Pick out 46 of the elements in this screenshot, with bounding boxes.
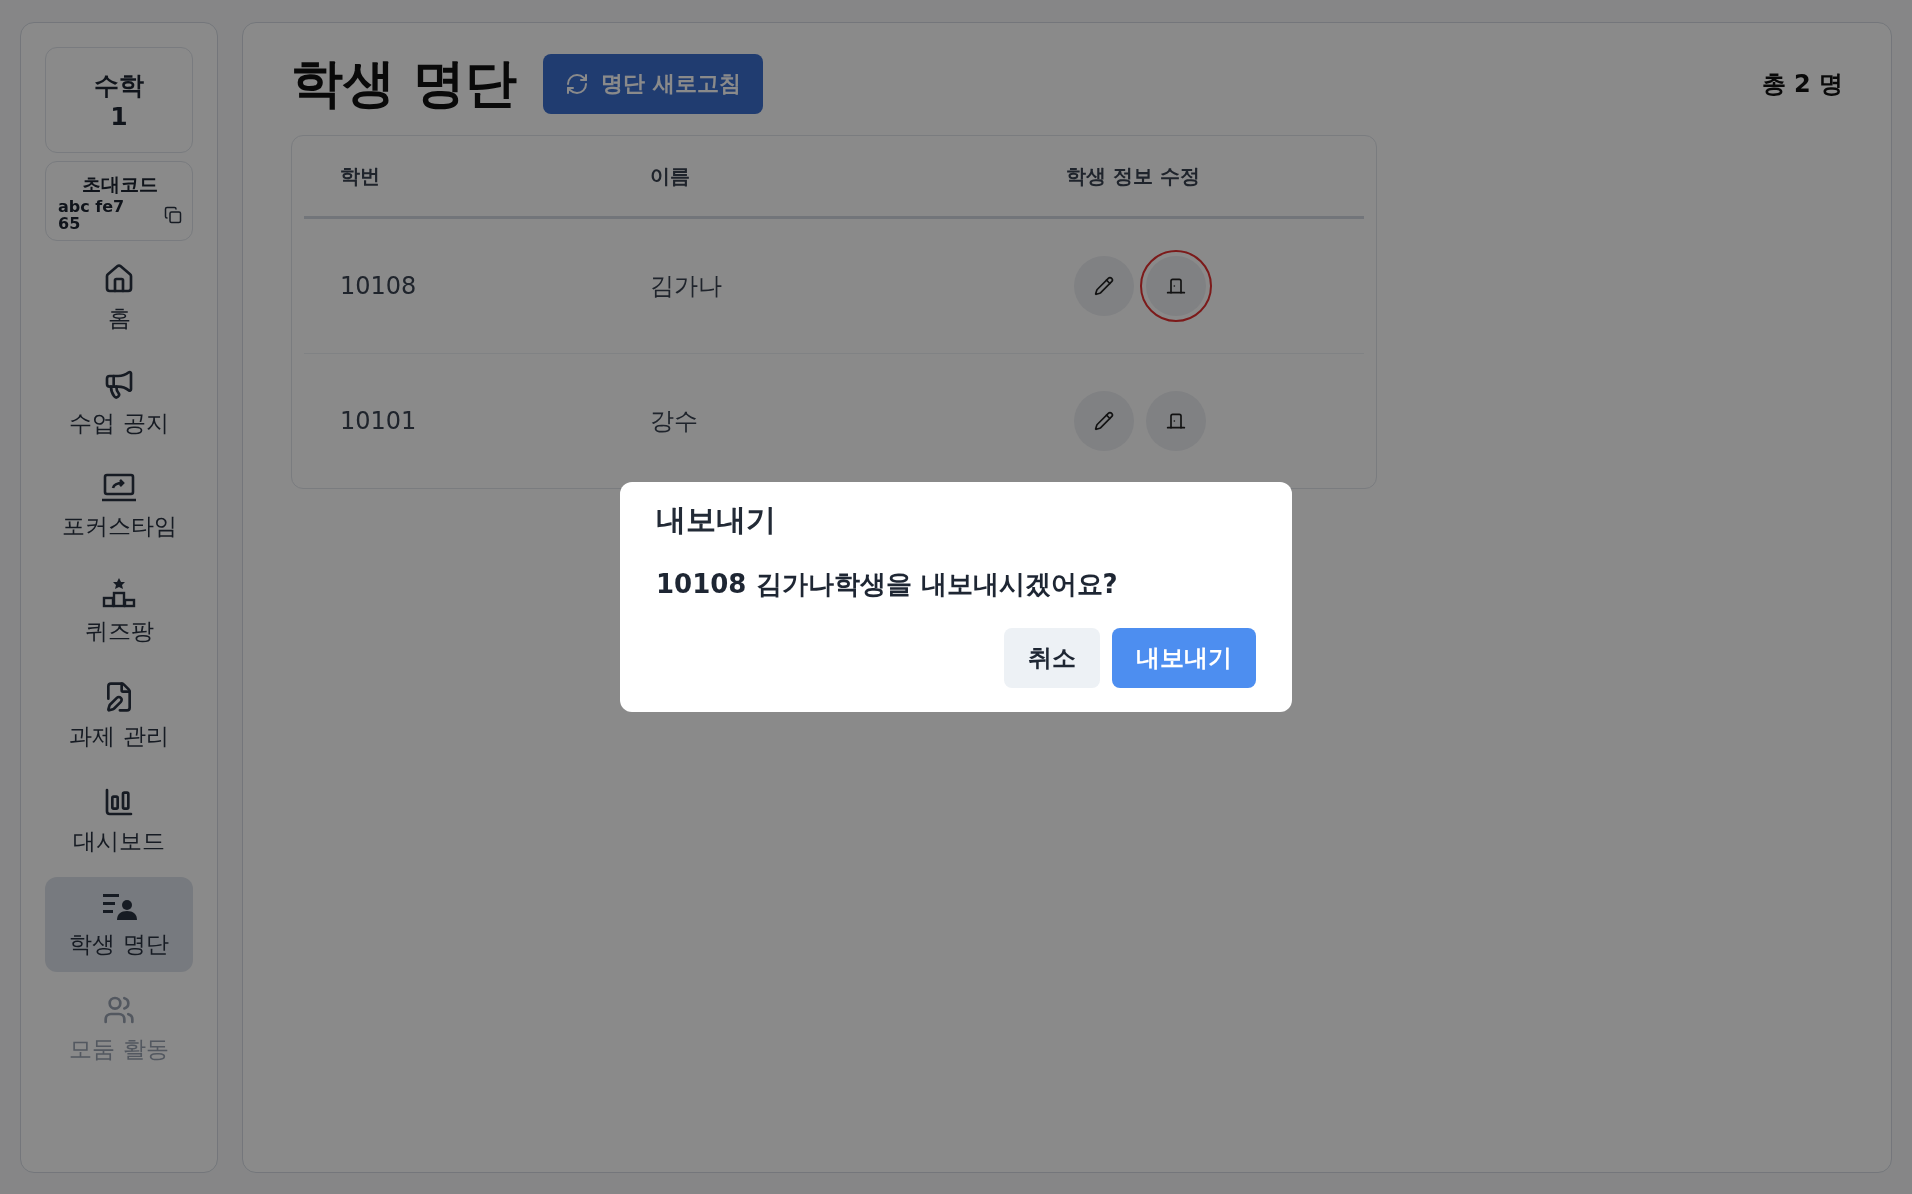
column-header: 학생 정보 수정 bbox=[1065, 162, 1200, 190]
class-card[interactable]: 수학 1 bbox=[45, 47, 193, 153]
pencil-icon bbox=[1094, 411, 1114, 431]
nav-label: 퀴즈팡 bbox=[84, 617, 154, 646]
home-icon bbox=[103, 263, 135, 295]
megaphone-icon bbox=[103, 368, 135, 400]
copy-icon[interactable] bbox=[164, 206, 182, 224]
nav-label: 과제 관리 bbox=[69, 722, 169, 751]
student-name: 김가나 bbox=[650, 271, 723, 302]
nav-item[interactable]: 홈 bbox=[45, 249, 193, 346]
invite-code: abc fe7 65 bbox=[58, 198, 125, 232]
refresh-icon bbox=[565, 72, 590, 96]
nav-item[interactable]: 대시보드 bbox=[45, 772, 193, 869]
door-icon bbox=[1166, 276, 1186, 296]
cancel-button[interactable]: 취소 bbox=[1004, 628, 1100, 688]
column-header: 학번 bbox=[340, 162, 381, 190]
column-header: 이름 bbox=[650, 162, 691, 190]
dialog-title: 내보내기 bbox=[656, 501, 777, 539]
invite-code-label: 초대코드 bbox=[81, 172, 159, 197]
nav-label: 대시보드 bbox=[73, 827, 165, 856]
nav-item[interactable]: 퀴즈팡 bbox=[45, 562, 193, 659]
nav-item[interactable]: 포커스타임 bbox=[45, 459, 193, 554]
page-title: 학생 명단 bbox=[291, 52, 518, 115]
nav-item[interactable]: 과제 관리 bbox=[45, 667, 193, 764]
student-id: 10108 bbox=[340, 272, 418, 300]
nav-label: 학생 명단 bbox=[69, 930, 169, 959]
group-icon bbox=[103, 994, 135, 1026]
confirm-button[interactable]: 내보내기 bbox=[1112, 628, 1256, 688]
class-number: 1 bbox=[110, 101, 128, 132]
student-name: 강수 bbox=[650, 406, 699, 437]
dialog-message: 10108 김가나학생을 내보내시겠어요? bbox=[656, 568, 1119, 601]
nav-item[interactable]: 수업 공지 bbox=[45, 354, 193, 451]
refresh-button[interactable]: 명단 새로고침 bbox=[543, 54, 763, 114]
chart-icon bbox=[103, 786, 135, 818]
nav-label: 홈 bbox=[107, 304, 131, 333]
total-count: 총 2 명 bbox=[1761, 69, 1843, 100]
nav-label: 포커스타임 bbox=[61, 512, 177, 541]
laptop-icon bbox=[101, 473, 137, 503]
student-id: 10101 bbox=[340, 407, 418, 435]
roster-icon bbox=[101, 891, 137, 921]
class-subject: 수학 bbox=[94, 70, 144, 101]
podium-icon bbox=[102, 576, 136, 608]
nav-label: 수업 공지 bbox=[69, 409, 169, 438]
nav-item[interactable]: 학생 명단 bbox=[45, 877, 193, 972]
pencil-icon bbox=[1094, 276, 1114, 296]
door-icon bbox=[1166, 411, 1186, 431]
